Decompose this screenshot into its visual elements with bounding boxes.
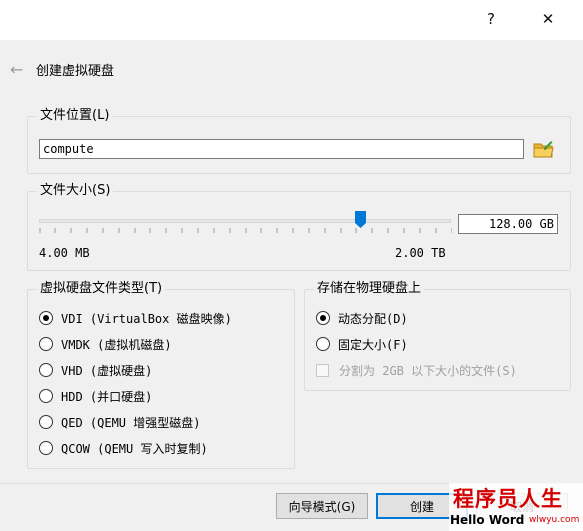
- radio-qed[interactable]: [39, 415, 53, 429]
- watermark-url-text: wlwyu.com: [529, 515, 580, 525]
- radio-label: VMDK (虚拟机磁盘): [61, 337, 172, 352]
- split-files-option[interactable]: 分割为 2GB 以下大小的文件(S): [316, 360, 517, 380]
- size-min-label: 4.00 MB: [39, 246, 90, 260]
- radio-qcow[interactable]: [39, 441, 53, 455]
- radio-vhd[interactable]: [39, 363, 53, 377]
- radio-label: VDI (VirtualBox 磁盘映像): [61, 311, 232, 326]
- disk-type-option-vdi[interactable]: VDI (VirtualBox 磁盘映像): [39, 308, 232, 328]
- size-max-label: 2.00 TB: [395, 246, 446, 260]
- storage-options: 动态分配(D) 固定大小(F) 分割为 2GB 以下大小的文件(S): [316, 308, 517, 380]
- disk-type-option-vhd[interactable]: VHD (虚拟硬盘): [39, 360, 232, 380]
- split-files-checkbox[interactable]: [316, 363, 329, 377]
- radio-label: 固定大小(F): [338, 337, 408, 352]
- close-button[interactable]: ✕: [535, 8, 561, 30]
- split-files-label: 分割为 2GB 以下大小的文件(S): [339, 363, 517, 378]
- radio-label: QED (QEMU 增强型磁盘): [61, 415, 201, 430]
- watermark-cn-text: 程序员人生: [453, 486, 563, 511]
- radio-hdd[interactable]: [39, 389, 53, 403]
- storage-legend: 存储在物理硬盘上: [314, 282, 425, 296]
- disk-type-option-hdd[interactable]: HDD (并口硬盘): [39, 386, 232, 406]
- radio-vdi[interactable]: [39, 311, 53, 325]
- watermark-en-text: Hello Word: [450, 513, 525, 527]
- back-arrow-icon[interactable]: ←: [10, 60, 23, 79]
- location-input[interactable]: compute: [39, 139, 524, 159]
- storage-option-fixed[interactable]: 固定大小(F): [316, 334, 517, 354]
- close-icon: ✕: [541, 10, 555, 28]
- help-icon: ?: [487, 10, 495, 28]
- radio-label: VHD (虚拟硬盘): [61, 363, 153, 378]
- radio-label: 动态分配(D): [338, 311, 408, 326]
- disk-type-option-vmdk[interactable]: VMDK (虚拟机磁盘): [39, 334, 232, 354]
- storage-option-dynamic[interactable]: 动态分配(D): [316, 308, 517, 328]
- disk-type-option-qcow[interactable]: QCOW (QEMU 写入时复制): [39, 438, 232, 458]
- folder-browse-icon[interactable]: [533, 139, 555, 159]
- disk-type-options: VDI (VirtualBox 磁盘映像) VMDK (虚拟机磁盘) VHD (…: [39, 308, 232, 458]
- dialog-title: 创建虚拟硬盘: [36, 64, 115, 79]
- size-slider-track[interactable]: [39, 219, 451, 223]
- location-legend: 文件位置(L): [37, 109, 113, 123]
- radio-label: HDD (并口硬盘): [61, 389, 153, 404]
- radio-label: QCOW (QEMU 写入时复制): [61, 441, 208, 456]
- size-slider-thumb[interactable]: [355, 211, 366, 228]
- size-input[interactable]: 128.00 GB: [458, 214, 558, 234]
- expert-mode-button[interactable]: 向导模式(G): [276, 493, 368, 519]
- size-slider-ticks: [39, 228, 452, 233]
- size-legend: 文件大小(S): [37, 184, 114, 198]
- disk-type-legend: 虚拟硬盘文件类型(T): [37, 282, 166, 296]
- watermark: 程序员人生 Hello Word wlwyu.com: [449, 483, 583, 531]
- radio-vmdk[interactable]: [39, 337, 53, 351]
- disk-type-option-qed[interactable]: QED (QEMU 增强型磁盘): [39, 412, 232, 432]
- help-button[interactable]: ?: [478, 8, 504, 30]
- radio-dynamic[interactable]: [316, 311, 330, 325]
- radio-fixed[interactable]: [316, 337, 330, 351]
